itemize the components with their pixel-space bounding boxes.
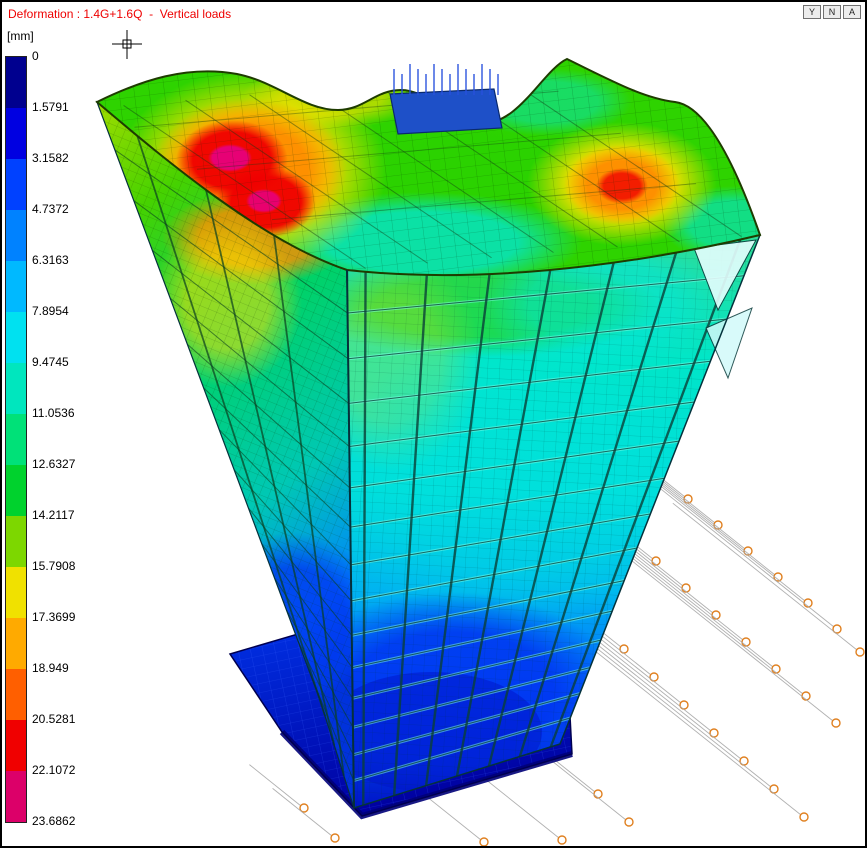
support-marker[interactable] [625,818,633,826]
view-control-button-1[interactable]: Y [803,5,821,19]
legend-value-label: 17.3699 [32,610,75,624]
support-lead-line [610,543,833,721]
support-marker[interactable] [832,719,840,727]
legend-value-label: 7.8954 [32,304,69,318]
legend-color-block [6,312,26,363]
legend-color-block [6,159,26,210]
crosshair-cursor [110,28,146,62]
legend-value-label: 22.1072 [32,763,75,777]
support-marker[interactable] [652,557,660,565]
legend-color-block [6,363,26,414]
legend-value-label: 12.6327 [32,457,75,471]
legend-value-label: 23.6862 [32,814,75,828]
legend-value-label: 1.5791 [32,100,69,114]
support-marker[interactable] [772,665,780,673]
support-marker[interactable] [331,834,339,842]
support-lead-line [673,503,857,650]
legend-color-block [6,465,26,516]
legend-value-label: 9.4745 [32,355,69,369]
support-marker[interactable] [742,638,750,646]
legend-color-block [6,414,26,465]
legend-color-block [6,261,26,312]
support-lead-line [650,480,834,627]
result-title: Deformation : 1.4G+1.6Q - Vertical loads [8,7,231,21]
legend-value-label: 20.5281 [32,712,75,726]
legend-value-label: 4.7372 [32,202,69,216]
support-marker[interactable] [712,611,720,619]
legend-value-label: 14.2117 [32,508,75,522]
legend-color-block [6,618,26,669]
model-viewport[interactable] [2,2,867,848]
legend-color-block [6,567,26,618]
legend-value-label: 15.7908 [32,559,75,573]
support-marker[interactable] [480,838,488,846]
legend-color-block [6,57,26,108]
legend-unit-label: [mm] [7,29,34,43]
legend-color-block [6,210,26,261]
roof-opening[interactable] [390,64,502,134]
legend-color-block [6,108,26,159]
legend-color-block [6,771,26,822]
application-window: Deformation : 1.4G+1.6Q - Vertical loads… [0,0,867,848]
support-marker[interactable] [594,790,602,798]
legend-value-label: 11.0536 [32,406,75,420]
view-toolbar: Y N A [803,5,861,19]
legend-color-block [6,669,26,720]
core-wall-hatch [394,64,498,95]
view-control-button-2[interactable]: N [823,5,841,19]
legend-color-scale [5,56,27,823]
support-marker[interactable] [856,648,864,656]
legend-color-block [6,720,26,771]
legend-value-label: 0 [32,49,39,63]
support-marker[interactable] [558,836,566,844]
support-marker[interactable] [800,813,808,821]
support-lead-line [249,765,301,806]
support-lead-line [273,788,332,836]
support-marker[interactable] [802,692,810,700]
support-marker[interactable] [682,584,690,592]
view-control-button-3[interactable]: A [843,5,861,19]
legend-value-label: 3.1582 [32,151,69,165]
legend-value-label: 6.3163 [32,253,69,267]
legend-value-label: 18.949 [32,661,69,675]
legend-color-block [6,516,26,567]
